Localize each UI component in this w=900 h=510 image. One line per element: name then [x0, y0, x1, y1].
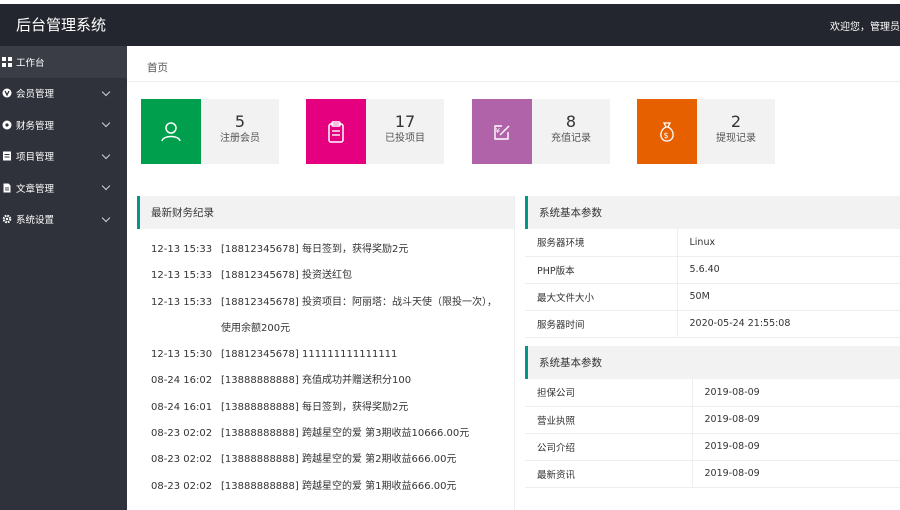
stat-icon-box: ¥ — [472, 99, 532, 164]
stat-info: 5 注册会员 — [201, 99, 279, 164]
system-params-table: 服务器环境 Linux PHP版本 5.6.40 最大文件大小 50M 服务器时间 20… — [525, 229, 900, 338]
money-bag-icon: $ — [660, 121, 674, 142]
member-icon — [2, 88, 12, 98]
sidebar-item-projects[interactable]: 项目管理 — [0, 141, 127, 173]
list-item: 12-13 15:33 [18812345678] 投资项目：阿丽塔：战斗天使（限… — [151, 296, 497, 334]
stat-card-members[interactable]: 5 注册会员 — [141, 99, 279, 164]
table-row: 服务器环境 Linux — [525, 229, 900, 257]
table-row: 服务器时间 2020-05-24 21:55:08 — [525, 310, 900, 338]
sidebar-item-label: 系统设置 — [16, 215, 55, 227]
main-content: 首页 5 注册会员 17 已投项目 ¥ 8 充值记录 $ 2 提现记录 最新财务… — [127, 46, 900, 510]
table-row[interactable]: 最新资讯 2019-08-09 — [525, 460, 900, 488]
table-row[interactable]: 营业执照 2019-08-09 — [525, 406, 900, 434]
finance-panel-title: 最新财务纪录 — [137, 196, 514, 229]
list-item: 12-13 15:30 [18812345678] 111111111111111 — [151, 349, 398, 361]
brand-title: 后台管理系统 — [16, 16, 107, 34]
user-icon — [161, 121, 181, 141]
stat-label: 提现记录 — [716, 133, 756, 144]
sidebar-item-settings[interactable]: 系统设置 — [0, 204, 127, 236]
list-item: 12-13 15:33 [18812345678] 投资送红包 — [151, 270, 352, 282]
table-row: PHP版本 5.6.40 — [525, 256, 900, 284]
table-row[interactable]: 公司介绍 2019-08-09 — [525, 433, 900, 461]
project-icon — [2, 151, 12, 161]
sidebar-item-label: 文章管理 — [16, 183, 55, 195]
stat-icon-box — [141, 99, 201, 164]
table-row: 最大文件大小 50M — [525, 283, 900, 311]
recharge-icon: ¥ — [494, 124, 510, 140]
system-params-title: 系统基本参数 — [525, 196, 900, 229]
top-bar: 后台管理系统 欢迎您，管理员 — [0, 0, 900, 46]
dashboard-icon — [2, 56, 12, 67]
list-item: 08-23 02:02 [13888888888] 跨越星空的爱 第2期收益666… — [151, 454, 457, 466]
stat-info: 2 提现记录 — [697, 99, 775, 164]
stat-card-recharge[interactable]: ¥ 8 充值记录 — [472, 99, 610, 164]
article-icon — [2, 183, 12, 193]
stat-value: 17 — [394, 112, 416, 131]
list-item: 08-23 02:02 [13888888888] 跨越星空的爱 第1期收益666… — [151, 480, 457, 492]
company-panel: 系统基本参数 担保公司 2019-08-09 营业执照 2019-08-09 公司介… — [525, 346, 900, 488]
sidebar: 工作台 会员管理 财务管理 项目管理 文章管理 系统设置 — [0, 46, 127, 510]
sidebar-item-finance[interactable]: 财务管理 — [0, 109, 127, 141]
stat-icon-box — [306, 99, 366, 164]
sidebar-item-label: 会员管理 — [16, 89, 55, 101]
stat-value: 5 — [234, 112, 246, 131]
stat-card-withdraw[interactable]: $ 2 提现记录 — [637, 99, 775, 164]
stat-value: 2 — [730, 112, 742, 131]
sidebar-item-label: 项目管理 — [16, 152, 55, 164]
finance-list: 12-13 15:33 [18812345678] 每日签到，获得奖励2元 12-… — [137, 229, 514, 500]
stat-info: 17 已投项目 — [366, 99, 444, 164]
system-params-panel: 系统基本参数 服务器环境 Linux PHP版本 5.6.40 最大文件大小 50M … — [525, 196, 900, 338]
breadcrumb-home[interactable]: 首页 — [147, 60, 168, 75]
list-item: 08-23 02:02 [13888888888] 跨越星空的爱 第3期收益106… — [151, 428, 470, 440]
stat-label: 已投项目 — [385, 133, 425, 144]
list-item: 12-13 15:33 [18812345678] 每日签到，获得奖励2元 — [151, 244, 409, 255]
svg-text:$: $ — [664, 131, 669, 140]
list-item: 08-24 16:01 [13888888888] 每日签到，获得奖励2元 — [151, 401, 409, 413]
table-row[interactable]: 担保公司 2019-08-09 — [525, 379, 900, 407]
company-table: 担保公司 2019-08-09 营业执照 2019-08-09 公司介绍 2019-0… — [525, 379, 900, 488]
sidebar-item-label: 工作台 — [16, 57, 45, 69]
stat-info: 8 充值记录 — [532, 99, 610, 164]
breadcrumb: 首页 — [127, 46, 900, 82]
sidebar-item-dashboard[interactable]: 工作台 — [0, 46, 127, 78]
clipboard-icon — [328, 120, 344, 143]
company-panel-title: 系统基本参数 — [525, 346, 900, 379]
sidebar-item-label: 财务管理 — [16, 120, 55, 132]
stat-value: 8 — [565, 112, 577, 131]
stat-label: 注册会员 — [220, 133, 260, 144]
svg-text:¥: ¥ — [496, 127, 501, 135]
stat-icon-box: $ — [637, 99, 697, 164]
stat-card-projects[interactable]: 17 已投项目 — [306, 99, 444, 164]
sidebar-item-members[interactable]: 会员管理 — [0, 78, 127, 110]
stat-label: 充值记录 — [551, 133, 591, 144]
list-item: 08-24 16:02 [13888888888] 充值成功并赠送积分100 — [151, 375, 412, 387]
sidebar-item-articles[interactable]: 文章管理 — [0, 172, 127, 204]
welcome-text[interactable]: 欢迎您，管理员 — [830, 18, 900, 33]
finance-panel: 最新财务纪录 12-13 15:33 [18812345678] 每日签到，获得奖… — [137, 196, 515, 510]
gear-icon — [2, 214, 12, 224]
finance-icon — [2, 120, 12, 130]
